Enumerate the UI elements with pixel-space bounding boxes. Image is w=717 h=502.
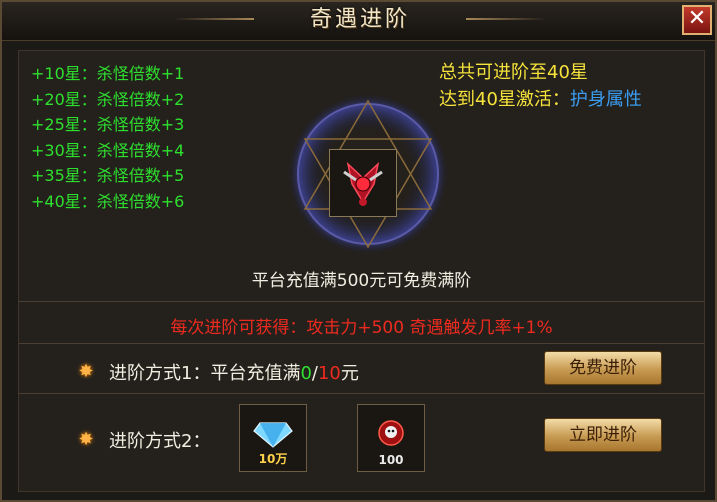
method1-current: 0 xyxy=(300,363,312,384)
skull-orb-icon xyxy=(378,420,404,446)
close-button[interactable]: ✕ xyxy=(682,5,712,35)
method1-target: 10 xyxy=(317,363,341,384)
divider xyxy=(19,393,704,394)
title-bar: 奇遇进阶 ✕ xyxy=(2,2,715,41)
activate-line: 达到40星激活：护身属性 xyxy=(439,86,642,113)
reward-text: 每次进阶可获得：攻击力+500 奇遇触发几率+1% xyxy=(170,318,553,338)
bonus-line: +30星：杀怪倍数+4 xyxy=(31,140,185,160)
star-burst-icon: ✸ xyxy=(78,429,94,450)
amulet-attribute-link[interactable]: 护身属性 xyxy=(570,89,642,110)
diamond-quantity: 10万 xyxy=(258,452,288,466)
title-ornament-left xyxy=(174,18,254,20)
method2-row: ✸ 进阶方式2： 10万 100 立即进阶 xyxy=(19,396,704,486)
advance-summary: 总共可进阶至40星 达到40星激活：护身属性 xyxy=(439,59,642,113)
advance-panel: 奇遇进阶 ✕ +10星：杀怪倍数+1 +20星：杀怪倍数+2 +25星：杀怪倍数… xyxy=(0,0,717,502)
bonus-line: +40星：杀怪倍数+6 xyxy=(31,191,185,211)
bonus-line: +10星：杀怪倍数+1 xyxy=(31,64,185,83)
skull-quantity: 100 xyxy=(378,453,404,467)
method1-line: 进阶方式1：平台充值满0/10元 xyxy=(109,359,359,385)
amulet-icon xyxy=(343,161,383,206)
divider xyxy=(19,301,704,302)
method2-label: 进阶方式2： xyxy=(109,431,211,452)
diamond-icon xyxy=(253,422,293,448)
title-plaque: 奇遇进阶 xyxy=(174,2,546,40)
free-advance-button[interactable]: 免费进阶 xyxy=(544,351,662,385)
recharge-note: 平台充值满500元可免费满阶 xyxy=(251,271,472,291)
bonus-line: +25星：杀怪倍数+3 xyxy=(31,115,185,134)
divider xyxy=(19,343,704,344)
star-burst-icon: ✸ xyxy=(78,361,94,382)
method1-row: ✸ 进阶方式1：平台充值满0/10元 免费进阶 xyxy=(19,345,704,399)
bonus-list: +10星：杀怪倍数+1 +20星：杀怪倍数+2 +25星：杀怪倍数+3 +30星… xyxy=(31,61,184,214)
cost-slot-skull[interactable]: 100 xyxy=(357,404,425,472)
bonus-line: +35星：杀怪倍数+5 xyxy=(31,166,185,185)
activate-text: 达到40星激活： xyxy=(439,89,570,110)
instant-advance-button[interactable]: 立即进阶 xyxy=(544,418,662,452)
bonus-line: +20星：杀怪倍数+2 xyxy=(31,89,185,109)
title-ornament-right xyxy=(466,18,546,20)
content-area: +10星：杀怪倍数+1 +20星：杀怪倍数+2 +25星：杀怪倍数+3 +30星… xyxy=(18,50,705,492)
method1-unit: 元 xyxy=(340,363,359,384)
cost-slot-diamond[interactable]: 10万 xyxy=(239,404,307,472)
window-title: 奇遇进阶 xyxy=(309,7,410,32)
method1-label: 进阶方式1： xyxy=(109,363,211,384)
equipment-slot[interactable] xyxy=(329,149,397,217)
max-star-text: 总共可进阶至40星 xyxy=(439,62,588,83)
method1-desc: 平台充值满 xyxy=(210,363,301,384)
